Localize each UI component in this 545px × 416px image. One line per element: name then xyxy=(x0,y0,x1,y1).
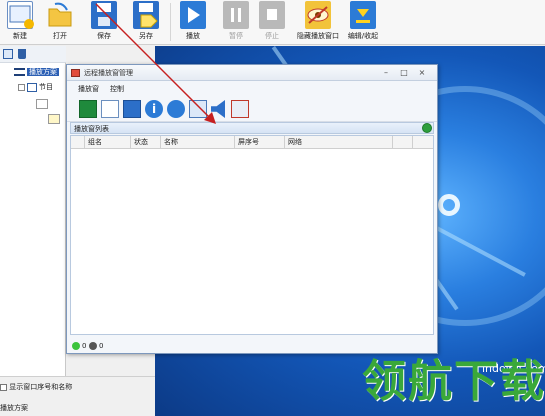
tree-subitem[interactable] xyxy=(36,99,48,110)
left-status-bar: 显示窗口序号和名称 播放方案 xyxy=(0,376,155,416)
online-indicator-icon xyxy=(72,342,80,350)
show-names-option[interactable]: 显示窗口序号和名称 xyxy=(0,382,72,392)
dialog-title: 远程播放窗管理 xyxy=(84,69,133,77)
tree-root-label: 播放方案 xyxy=(27,68,59,76)
add-window-icon[interactable] xyxy=(79,100,97,118)
network-icon[interactable] xyxy=(167,100,185,118)
online-count: 0 xyxy=(82,342,87,350)
hide-window-button[interactable]: 隐藏播放窗口 xyxy=(297,0,339,45)
column-header-screen-index[interactable]: 屏序号 xyxy=(235,136,285,149)
column-header-network[interactable]: 网络 xyxy=(285,136,393,149)
save-as-button[interactable]: 另存 xyxy=(126,0,166,45)
tree-child-label: 节目 xyxy=(39,83,53,91)
window-icon xyxy=(48,114,60,124)
window-list-table[interactable]: 组名 状态 名称 屏序号 网络 xyxy=(70,135,434,335)
dialog-toolbar: i xyxy=(67,96,437,122)
group-icon[interactable] xyxy=(123,100,141,118)
remote-playback-dialog: 远程播放窗管理 – □ × 播放窗 控制 i 播放窗列表 组名 状态 名称 屏序… xyxy=(66,64,438,354)
new-file-icon xyxy=(7,1,34,29)
select-column[interactable] xyxy=(71,136,85,149)
volume-icon[interactable] xyxy=(211,100,225,118)
edit-collapse-button[interactable]: 编辑/收起 xyxy=(343,0,383,45)
open-button[interactable]: 打开 xyxy=(40,0,80,45)
checkbox[interactable] xyxy=(0,383,7,391)
play-icon xyxy=(180,1,206,29)
extra-column[interactable] xyxy=(393,136,413,149)
app-icon xyxy=(71,69,80,77)
info-icon[interactable]: i xyxy=(145,100,163,118)
offline-indicator-icon xyxy=(89,342,97,350)
window-icon xyxy=(36,99,48,109)
checkbox-label: 显示窗口序号和名称 xyxy=(9,383,73,391)
program-icon xyxy=(27,82,37,92)
hide-window-icon xyxy=(305,1,331,29)
save-button[interactable]: 保存 xyxy=(84,0,124,45)
window-list-header: 播放窗列表 xyxy=(70,122,434,134)
expand-icon[interactable] xyxy=(18,83,25,91)
watermark-brand: 领航下载 xyxy=(362,356,545,407)
stop-button[interactable]: 停止 xyxy=(252,0,292,45)
refresh-icon[interactable] xyxy=(422,123,432,133)
dialog-status-bar: 0 0 xyxy=(67,339,437,353)
maximize-button[interactable]: □ xyxy=(398,67,410,78)
minimize-button[interactable]: – xyxy=(380,67,392,78)
menu-window[interactable]: 播放窗 xyxy=(78,84,99,94)
close-button[interactable]: × xyxy=(416,67,428,78)
dialog-titlebar[interactable]: 远程播放窗管理 – □ × xyxy=(67,65,437,81)
screen-icon[interactable] xyxy=(189,100,207,118)
monitor-icon[interactable] xyxy=(231,100,249,118)
open-folder-icon xyxy=(47,1,73,29)
column-header-group[interactable]: 组名 xyxy=(85,136,131,149)
column-header-name[interactable]: 名称 xyxy=(161,136,235,149)
pause-icon xyxy=(223,1,249,29)
tree-view-icon[interactable] xyxy=(3,49,13,59)
save-as-icon xyxy=(133,1,159,29)
scheme-status-label: 播放方案 xyxy=(0,404,28,412)
table-header: 组名 状态 名称 屏序号 网络 xyxy=(71,136,433,149)
tree-toolbar xyxy=(0,46,66,63)
column-header-status[interactable]: 状态 xyxy=(131,136,161,149)
dialog-menubar: 播放窗 控制 xyxy=(67,82,437,96)
delete-icon[interactable] xyxy=(18,49,26,59)
main-toolbar: 新建 打开 保存 另存 播放 暂停 停止 隐藏播放窗口 编辑/收起 xyxy=(0,0,545,45)
menu-control[interactable]: 控制 xyxy=(110,84,124,94)
tree-child-item[interactable]: 节目 xyxy=(18,82,53,93)
tree-root-item[interactable]: 播放方案 xyxy=(14,67,59,78)
properties-icon[interactable] xyxy=(101,100,119,118)
save-disk-icon xyxy=(91,1,117,29)
offline-count: 0 xyxy=(99,342,104,350)
collapse-icon xyxy=(350,1,376,29)
stop-icon xyxy=(259,1,285,29)
list-icon xyxy=(14,68,25,76)
scheme-tree-pane: 播放方案 节目 xyxy=(0,46,66,376)
play-button[interactable]: 播放 xyxy=(173,0,213,45)
tree-subitem[interactable] xyxy=(48,114,60,125)
window-list-title: 播放窗列表 xyxy=(74,125,109,133)
